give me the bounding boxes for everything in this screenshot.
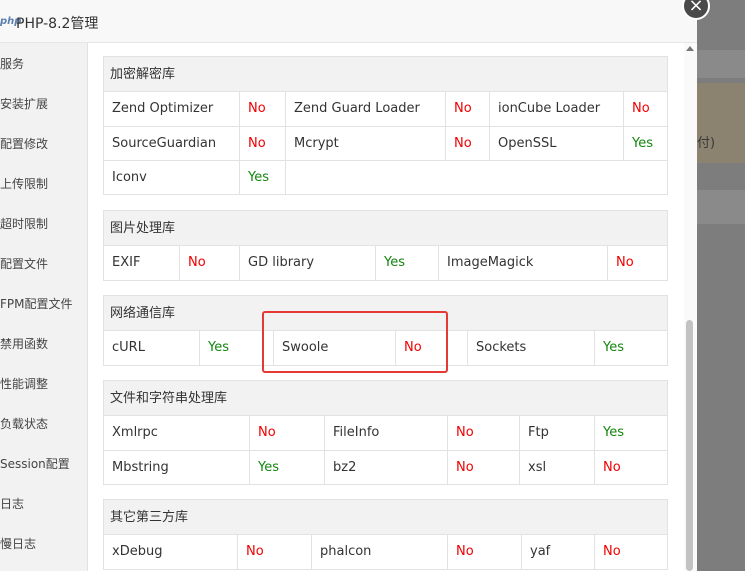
- extension-name: SourceGuardian: [112, 136, 217, 151]
- extension-status: No: [447, 416, 519, 450]
- extension-name: GD library: [239, 246, 375, 280]
- extension-status: Yes: [594, 331, 667, 365]
- extension-status: No: [237, 535, 311, 569]
- table-row: EXIF No GD library Yes ImageMagick No: [104, 246, 667, 280]
- extension-name: Zend Optimizer: [112, 101, 214, 116]
- section-encryption: 加密解密库 Zend Optimizer No Zend Guard Loade…: [103, 56, 668, 195]
- extension-status: No: [607, 246, 667, 280]
- extension-status: No: [445, 127, 489, 161]
- extension-status: Yes: [249, 451, 324, 485]
- scroll-up-arrow-icon[interactable]: [686, 46, 694, 51]
- extension-status: No: [623, 92, 667, 126]
- extension-status: No: [445, 92, 489, 126]
- table-row: Xmlrpc No FileInfo No Ftp Yes: [104, 416, 667, 450]
- empty-cell: [285, 161, 667, 195]
- backdrop-page: 付): [697, 0, 745, 571]
- extension-status: Yes: [375, 246, 438, 280]
- dialog-title: PHP-8.2管理: [16, 16, 99, 32]
- sidebar-item-timeout-limit[interactable]: 超时限制: [0, 215, 88, 235]
- extension-name: Xmlrpc: [112, 425, 158, 440]
- extension-status: Yes: [594, 416, 667, 450]
- extension-name: ionCube Loader: [489, 92, 623, 126]
- backdrop-notice: [697, 83, 745, 163]
- extension-name: xDebug: [112, 544, 163, 559]
- content-scrollbar[interactable]: [684, 43, 697, 571]
- php-manager-dialog: php PHP-8.2管理 服务 安装扩展 配置修改 上传限制 超时限制 配置文…: [0, 0, 697, 571]
- extension-name: Iconv: [112, 170, 147, 185]
- sidebar-item-fpm-config[interactable]: FPM配置文件: [0, 295, 88, 315]
- backdrop-stripe: [697, 50, 745, 78]
- extension-status: No: [447, 535, 521, 569]
- section-title: 加密解密库: [104, 57, 667, 92]
- section-image: 图片处理库 EXIF No GD library Yes ImageMagick…: [103, 210, 668, 281]
- extension-name: Sockets: [467, 331, 594, 365]
- extension-status: No: [594, 535, 667, 569]
- extension-name: ImageMagick: [438, 246, 607, 280]
- extension-name: EXIF: [112, 255, 141, 270]
- section-title: 图片处理库: [104, 211, 667, 246]
- extension-name: Zend Guard Loader: [285, 92, 445, 126]
- extension-status: No: [239, 127, 285, 161]
- extension-name: cURL: [112, 340, 145, 355]
- extension-status: No: [594, 451, 667, 485]
- extension-status: No: [447, 451, 519, 485]
- extension-status: No: [249, 416, 324, 450]
- section-file-string: 文件和字符串处理库 Xmlrpc No FileInfo No Ftp Yes …: [103, 380, 668, 485]
- sidebar-item-disabled-functions[interactable]: 禁用函数: [0, 335, 88, 355]
- sidebar-item-service[interactable]: 服务: [0, 55, 88, 75]
- sidebar: 服务 安装扩展 配置修改 上传限制 超时限制 配置文件 FPM配置文件 禁用函数…: [0, 43, 88, 571]
- extension-name: yaf: [521, 535, 594, 569]
- extension-status: Yes: [239, 161, 285, 195]
- sidebar-item-install-extensions[interactable]: 安装扩展: [0, 95, 88, 115]
- extension-name: xsl: [519, 451, 594, 485]
- sidebar-item-log[interactable]: 日志: [0, 495, 88, 515]
- sidebar-item-config-file[interactable]: 配置文件: [0, 255, 88, 275]
- extension-name: Mcrypt: [285, 127, 445, 161]
- extension-name: phalcon: [311, 535, 447, 569]
- extension-status: No: [179, 246, 239, 280]
- backdrop-stripe: [697, 190, 745, 224]
- scrollbar-thumb[interactable]: [686, 320, 693, 571]
- section-third-party: 其它第三方库 xDebug No phalcon No yaf No: [103, 499, 668, 570]
- extension-status: Yes: [623, 127, 667, 161]
- table-row: Iconv Yes: [104, 160, 667, 195]
- dialog-titlebar: php PHP-8.2管理: [0, 0, 697, 43]
- table-row: Mbstring Yes bz2 No xsl No: [104, 450, 667, 485]
- sidebar-item-config-edit[interactable]: 配置修改: [0, 135, 88, 155]
- table-row: xDebug No phalcon No yaf No: [104, 535, 667, 569]
- swoole-highlight-box: [262, 311, 448, 373]
- table-row: Zend Optimizer No Zend Guard Loader No i…: [104, 92, 667, 126]
- extension-name: OpenSSL: [489, 127, 623, 161]
- sidebar-item-session-config[interactable]: Session配置: [0, 455, 88, 475]
- backdrop-text: 付): [697, 136, 716, 151]
- section-title: 其它第三方库: [104, 500, 667, 535]
- sidebar-item-upload-limit[interactable]: 上传限制: [0, 175, 88, 195]
- extension-name: FileInfo: [324, 416, 447, 450]
- extension-name: bz2: [324, 451, 447, 485]
- table-row: SourceGuardian No Mcrypt No OpenSSL Yes: [104, 126, 667, 161]
- extension-name: Ftp: [519, 416, 594, 450]
- section-title: 文件和字符串处理库: [104, 381, 667, 416]
- extension-status: No: [239, 92, 285, 126]
- extension-name: Mbstring: [112, 460, 169, 475]
- sidebar-item-load-status[interactable]: 负载状态: [0, 415, 88, 435]
- sidebar-item-performance[interactable]: 性能调整: [0, 375, 88, 395]
- sidebar-item-slow-log[interactable]: 慢日志: [0, 535, 88, 555]
